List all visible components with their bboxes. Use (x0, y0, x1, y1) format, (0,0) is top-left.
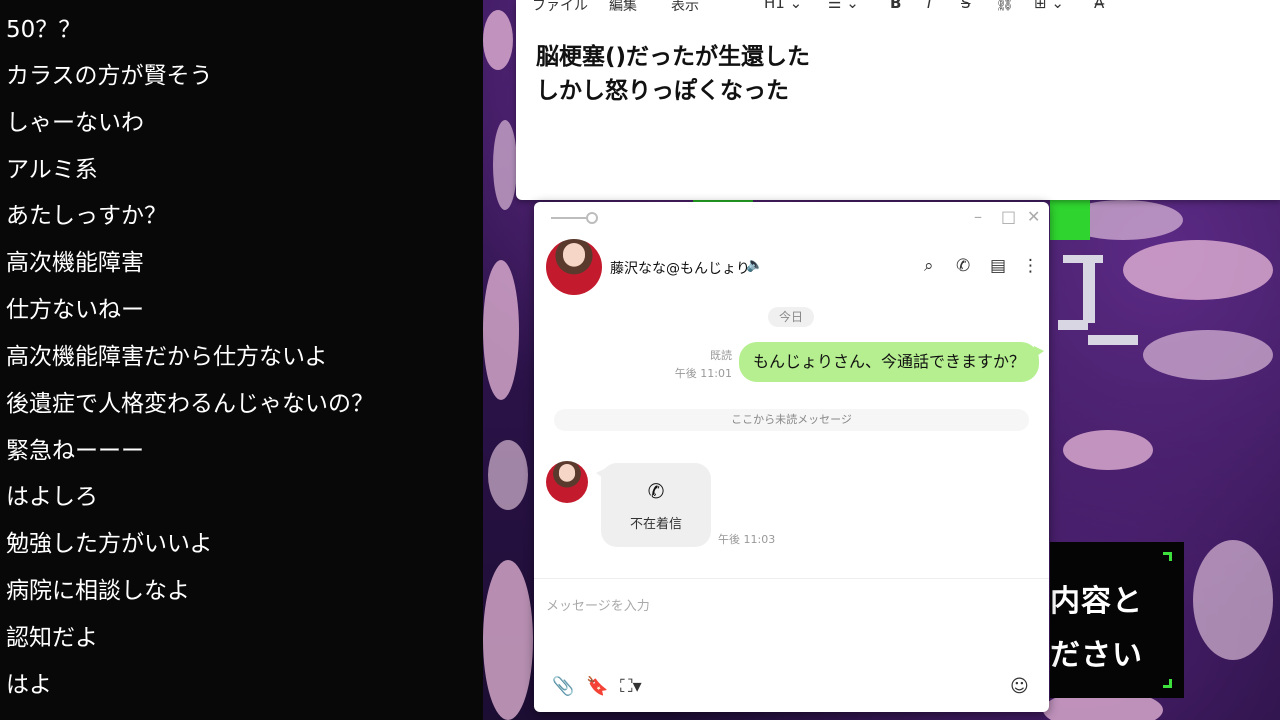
search-icon[interactable]: ⌕ (924, 256, 934, 276)
pixel-structure (1088, 335, 1138, 345)
missed-call-bubble[interactable]: ✆ 不在着信 (596, 463, 711, 547)
notes-icon[interactable]: ▤ (990, 256, 1006, 276)
comment-item: 認知だよ (6, 625, 98, 651)
blossom-decoration (1123, 240, 1273, 300)
message-input[interactable] (546, 591, 1036, 621)
comment-item: はよ (6, 672, 52, 698)
mute-icon: 🔈 (746, 257, 764, 273)
maximize-icon[interactable]: □ (1001, 208, 1016, 226)
heading-label: H1 (764, 0, 785, 12)
link-icon[interactable]: ⛓ (995, 0, 1014, 12)
emoji-icon[interactable]: ☺ (1010, 676, 1029, 697)
minimize-icon[interactable]: – (974, 208, 982, 226)
pixel-structure (1058, 320, 1088, 330)
blossom-decoration (1063, 430, 1153, 470)
chevron-down-icon: ⌄ (789, 0, 803, 12)
comment-item: 高次機能障害だから仕方ないよ (6, 344, 328, 370)
notepad-line: しかし怒りっぽくなった (536, 78, 789, 104)
crop-screenshot-icon[interactable]: ⛶▾ (620, 676, 642, 697)
comment-item: カラスの方が賢そう (6, 63, 213, 89)
game-dialog-line: ださい (1050, 638, 1143, 673)
comment-item: 病院に相談しなよ (6, 578, 190, 604)
unread-divider: ここから未読メッセージ (554, 409, 1029, 431)
menu-view[interactable]: 表示 (671, 0, 699, 15)
comment-item: 後遺症で人格変わるんじゃないの？ (6, 391, 374, 417)
phone-icon: ✆ (647, 479, 665, 503)
chat-titlebar[interactable]: – □ ✕ (534, 202, 1049, 234)
bold-button[interactable]: B (890, 0, 901, 12)
notepad-window: ファイル 編集 表示 H1 ⌄ ☰ ⌄ B I S ⛓ ⊞ ⌄ A̶ 脳梗塞()… (516, 0, 1280, 200)
blossom-decoration (1143, 330, 1273, 380)
read-receipt: 既読 (710, 349, 732, 362)
missed-call-label: 不在着信 (629, 517, 682, 532)
notepad-line: 脳梗塞()だったが生還した (536, 44, 811, 70)
comment-item: 緊急ねーーー (6, 438, 144, 464)
chevron-down-icon: ⌄ (846, 0, 859, 12)
date-separator: 今日 (768, 307, 814, 327)
chat-window: – □ ✕ 藤沢なな@もんじょり 🔈 ⌕ ✆ ▤ ⋮ 今日 既読 午後 11:0… (534, 202, 1049, 712)
game-dialog-line: 内容と (1050, 584, 1143, 619)
outgoing-message-bubble[interactable]: もんじょりさん、今通話できますか？ (739, 342, 1045, 382)
heading-dropdown[interactable]: H1 ⌄ (764, 0, 802, 12)
list-icon[interactable]: ☰ ⌄ (828, 0, 859, 12)
comment-item: しゃーないわ (6, 110, 144, 136)
comment-item: 高次機能障害 (6, 250, 144, 276)
comment-item: 仕方ないねー (6, 297, 144, 323)
contact-name: 藤沢なな@もんじょり (610, 261, 750, 277)
menu-file[interactable]: ファイル (532, 0, 588, 15)
comment-item: 50？？ (6, 17, 82, 43)
chat-header: 藤沢なな@もんじょり 🔈 ⌕ ✆ ▤ ⋮ (534, 236, 1049, 296)
notepad-editor[interactable]: 脳梗塞()だったが生還した しかし怒りっぽくなった (536, 40, 810, 108)
blossom-decoration (488, 440, 528, 510)
blossom-decoration (483, 260, 519, 400)
blossom-decoration (483, 10, 513, 70)
comment-item: 勉強した方がいいよ (6, 531, 213, 557)
close-icon[interactable]: ✕ (1027, 208, 1040, 226)
blossom-decoration (483, 560, 533, 720)
notepad-menubar: ファイル 編集 表示 H1 ⌄ ☰ ⌄ B I S ⛓ ⊞ ⌄ A̶ (516, 0, 1280, 20)
chevron-down-icon: ⌄ (1051, 0, 1064, 12)
message-input-area: 📎 🔖 ⛶▾ ☺ (534, 578, 1049, 712)
comment-item: はよしろ (6, 484, 98, 510)
comment-item: あたしっすか？ (6, 203, 167, 229)
comment-item: アルミ系 (6, 157, 98, 183)
blossom-decoration (493, 120, 517, 210)
menu-edit[interactable]: 編集 (609, 0, 637, 15)
pixel-structure (1063, 255, 1103, 263)
table-icon[interactable]: ⊞ ⌄ (1034, 0, 1064, 12)
message-time: 午後 11:01 (674, 367, 732, 380)
dialog-corner (1163, 552, 1172, 561)
pin-toggle[interactable] (586, 212, 598, 224)
dialog-corner (1163, 679, 1172, 688)
avatar[interactable] (546, 461, 588, 503)
more-menu-icon[interactable]: ⋮ (1022, 256, 1039, 276)
italic-button[interactable]: I (927, 0, 931, 12)
comment-list: 50？？ カラスの方が賢そう しゃーないわ アルミ系 あたしっすか？ 高次機能障… (0, 0, 483, 720)
game-dialog-box: 内容と ださい (1050, 542, 1184, 698)
blossom-decoration (1193, 540, 1273, 660)
message-meta: 既読 午後 11:01 (654, 347, 732, 383)
spellcheck-icon[interactable]: A̶ (1094, 0, 1104, 12)
strikethrough-button[interactable]: S (961, 0, 971, 12)
bookmark-icon[interactable]: 🔖 (586, 676, 608, 697)
phone-call-icon[interactable]: ✆ (956, 256, 970, 276)
message-time: 午後 11:03 (718, 533, 776, 546)
avatar[interactable] (546, 239, 602, 295)
pixel-structure (1083, 263, 1095, 323)
attachment-icon[interactable]: 📎 (552, 676, 574, 697)
pixel-structure (1050, 200, 1090, 240)
